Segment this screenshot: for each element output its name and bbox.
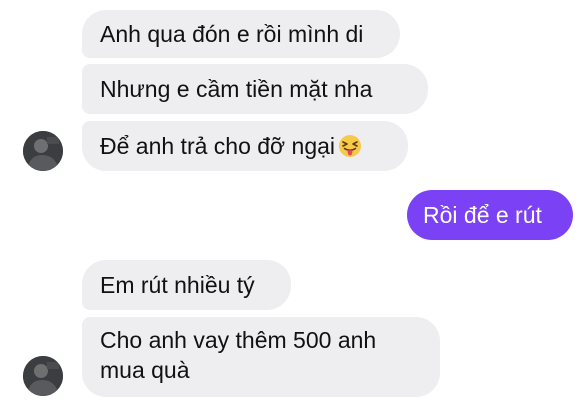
squinting-tongue-emoji-icon xyxy=(338,134,362,158)
message-text: Rồi để e rút xyxy=(423,202,542,228)
person-icon xyxy=(23,131,63,171)
message-text: Nhưng e cầm tiền mặt nha xyxy=(100,76,373,102)
message-text-line: Cho anh vay thêm 500 anh xyxy=(100,327,377,353)
message-bubble-incoming[interactable]: Em rút nhiều tý xyxy=(82,260,291,310)
message-bubble-outgoing[interactable]: Rồi để e rút xyxy=(407,190,573,240)
message-text: Em rút nhiều tý xyxy=(100,272,255,298)
sender-avatar[interactable] xyxy=(23,131,63,171)
person-icon xyxy=(23,356,63,396)
message-text: Anh qua đón e rồi mình di xyxy=(100,21,364,47)
message-bubble-incoming[interactable]: Để anh trả cho đỡ ngại xyxy=(82,121,408,171)
message-bubble-incoming[interactable]: Anh qua đón e rồi mình di xyxy=(82,10,400,58)
message-text-line: mua quà xyxy=(100,357,190,383)
message-text: Để anh trả cho đỡ ngại xyxy=(100,133,336,159)
sender-avatar[interactable] xyxy=(23,356,63,396)
message-bubble-incoming[interactable]: Nhưng e cầm tiền mặt nha xyxy=(82,64,428,114)
message-bubble-incoming[interactable]: Cho anh vay thêm 500 anh mua quà xyxy=(82,317,440,397)
